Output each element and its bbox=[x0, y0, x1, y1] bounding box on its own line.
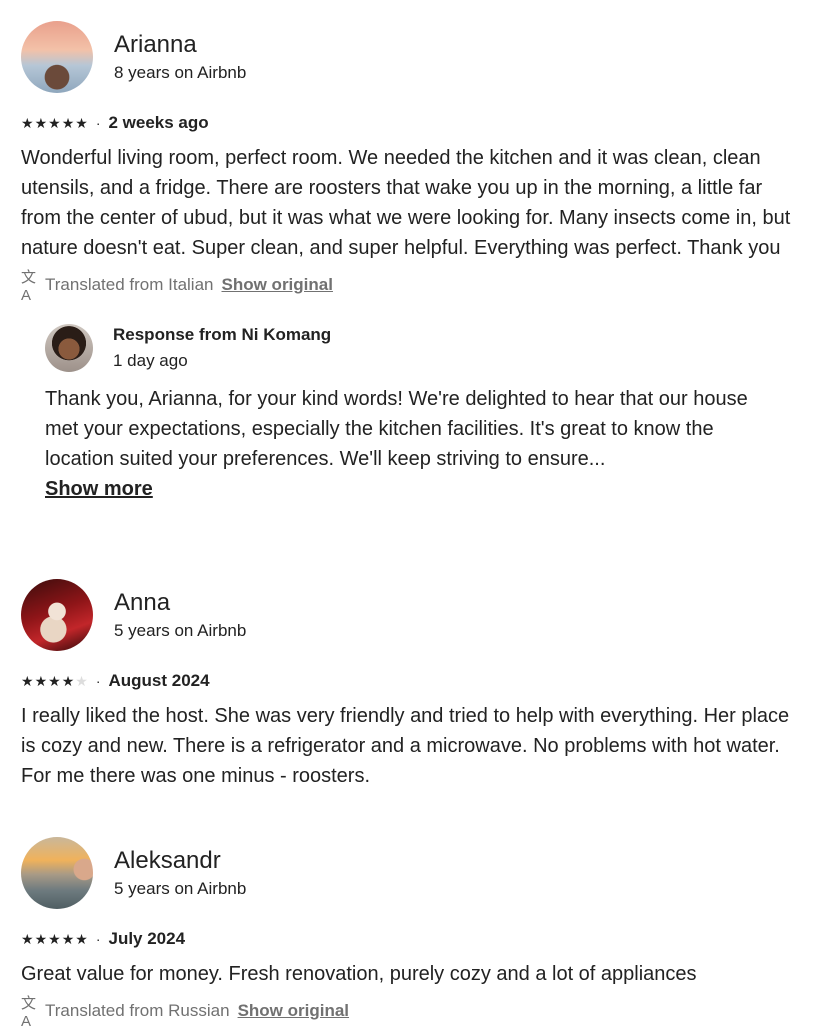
review-date: August 2024 bbox=[108, 671, 210, 690]
star-icon: ★ bbox=[75, 931, 88, 947]
star-icon: ★ bbox=[75, 673, 88, 689]
translated-label: Translated from Italian bbox=[45, 275, 214, 294]
reviewer-avatar[interactable] bbox=[21, 836, 93, 909]
review-text: I really liked the host. She was very fr… bbox=[21, 705, 790, 787]
translation-note: 文A Translated from Russian Show original bbox=[21, 995, 801, 1027]
star-icon: ★ bbox=[75, 115, 88, 131]
reviewer-name[interactable]: Anna bbox=[114, 588, 246, 618]
translate-icon: 文A bbox=[21, 269, 37, 304]
review-meta: ★ ★ ★ ★ ★ · 2 weeks ago bbox=[21, 113, 801, 133]
star-icon: ★ bbox=[61, 931, 75, 947]
review-card: Aleksandr 5 years on Airbnb ★ ★ ★ ★ ★ · July… bbox=[21, 836, 801, 1027]
review-card: Arianna 8 years on Airbnb ★ ★ ★ ★ ★ · 2 week… bbox=[21, 20, 801, 504]
response-text: Thank you, Arianna, for your kind words!… bbox=[45, 388, 748, 470]
reviewer-header: Arianna 8 years on Airbnb bbox=[21, 20, 801, 93]
reviewer-header: Anna 5 years on Airbnb bbox=[21, 578, 801, 651]
star-icon: ★ bbox=[61, 673, 75, 689]
separator-dot: · bbox=[95, 673, 101, 689]
review-meta: ★ ★ ★ ★ ★ · July 2024 bbox=[21, 929, 801, 949]
show-more-link[interactable]: Show more bbox=[45, 474, 153, 504]
translation-note: 文A Translated from Italian Show original bbox=[21, 269, 801, 304]
show-original-link[interactable]: Show original bbox=[238, 1001, 349, 1021]
review-text: Wonderful living room, perfect room. We … bbox=[21, 147, 791, 259]
host-response: Response from Ni Komang 1 day ago Thank … bbox=[45, 323, 785, 504]
reviewer-header: Aleksandr 5 years on Airbnb bbox=[21, 836, 801, 909]
star-rating: ★ ★ ★ ★ ★ bbox=[21, 932, 88, 946]
reviewer-name[interactable]: Aleksandr bbox=[114, 846, 246, 876]
translated-label: Translated from Russian bbox=[45, 1001, 230, 1020]
separator-dot: · bbox=[95, 931, 101, 947]
star-icon: ★ bbox=[21, 673, 34, 689]
star-rating: ★ ★ ★ ★ ★ bbox=[21, 116, 88, 130]
reviewer-avatar[interactable] bbox=[21, 578, 93, 651]
response-date: 1 day ago bbox=[113, 351, 188, 370]
star-icon: ★ bbox=[34, 673, 48, 689]
review-date: 2 weeks ago bbox=[108, 113, 209, 132]
star-icon: ★ bbox=[21, 931, 34, 947]
star-icon: ★ bbox=[34, 115, 48, 131]
separator-dot: · bbox=[95, 115, 101, 131]
review-meta: ★ ★ ★ ★ ★ · August 2024 bbox=[21, 671, 801, 691]
review-card: Anna 5 years on Airbnb ★ ★ ★ ★ ★ · August 20… bbox=[21, 578, 801, 791]
star-icon: ★ bbox=[48, 931, 61, 947]
reviewer-avatar[interactable] bbox=[21, 20, 93, 93]
host-avatar[interactable] bbox=[45, 324, 93, 372]
star-rating: ★ ★ ★ ★ ★ bbox=[21, 674, 88, 688]
review-date: July 2024 bbox=[108, 929, 186, 948]
reviewer-tenure: 5 years on Airbnb bbox=[114, 878, 247, 898]
reviewer-tenure: 8 years on Airbnb bbox=[114, 62, 247, 82]
response-from: Response from Ni Komang bbox=[113, 325, 332, 344]
star-icon: ★ bbox=[61, 115, 75, 131]
star-icon: ★ bbox=[48, 673, 61, 689]
star-icon: ★ bbox=[48, 115, 61, 131]
review-text: Great value for money. Fresh renovation,… bbox=[21, 963, 697, 985]
show-original-link[interactable]: Show original bbox=[222, 275, 333, 295]
translate-icon: 文A bbox=[21, 995, 37, 1027]
star-icon: ★ bbox=[34, 931, 48, 947]
reviewer-tenure: 5 years on Airbnb bbox=[114, 620, 247, 640]
reviewer-name[interactable]: Arianna bbox=[114, 30, 246, 60]
star-icon: ★ bbox=[21, 115, 34, 131]
